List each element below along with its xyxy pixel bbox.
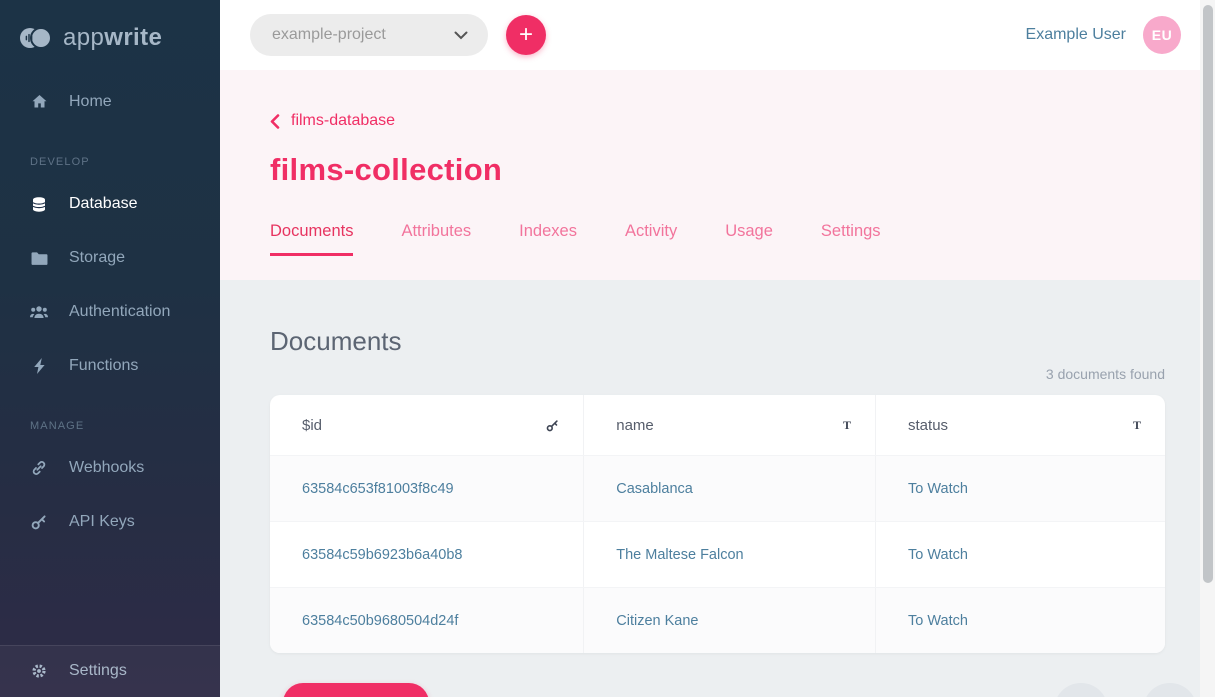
project-selector[interactable]: example-project <box>250 14 488 56</box>
scrollbar-thumb[interactable] <box>1203 5 1213 583</box>
sidebar-item-label: Storage <box>69 249 125 267</box>
tab-attributes[interactable]: Attributes <box>401 222 471 256</box>
chevron-down-icon <box>454 31 468 40</box>
gear-icon <box>30 663 48 679</box>
breadcrumb[interactable]: films-database <box>270 112 395 130</box>
column-header-label: status <box>908 417 948 434</box>
documents-table: $id name T status T <box>270 395 1165 653</box>
user-name-link[interactable]: Example User <box>1026 26 1126 44</box>
key-type-icon <box>546 419 559 432</box>
sidebar-section-develop: DEVELOP <box>30 156 220 168</box>
cell-name: The Maltese Falcon <box>583 522 875 587</box>
tab-indexes[interactable]: Indexes <box>519 222 577 256</box>
bolt-icon <box>30 358 48 374</box>
project-selector-value: example-project <box>272 26 386 44</box>
cell-id: 63584c50b9680504d24f <box>270 588 583 653</box>
sidebar-item-label: API Keys <box>69 513 135 531</box>
column-header-label: name <box>616 417 654 434</box>
sidebar-item-label: Authentication <box>69 303 170 321</box>
tab-bar: Documents Attributes Indexes Activity Us… <box>270 222 1165 256</box>
main-area: example-project + Example User EU films-… <box>220 0 1215 697</box>
cell-name: Citizen Kane <box>583 588 875 653</box>
sidebar-item-storage[interactable]: Storage <box>0 238 220 278</box>
table-footer <box>270 683 1197 697</box>
sidebar: appwrite Home DEVELOP Database Storage <box>0 0 220 697</box>
cell-status: To Watch <box>875 456 1165 521</box>
documents-section: Documents 3 documents found $id name <box>220 280 1215 697</box>
sidebar-item-label: Home <box>69 93 112 111</box>
appwrite-logo: appwrite <box>0 0 220 52</box>
plus-icon: + <box>519 23 533 47</box>
cell-id: 63584c59b6923b6a40b8 <box>270 522 583 587</box>
topbar: example-project + Example User EU <box>220 0 1215 70</box>
documents-count: 3 documents found <box>270 366 1165 382</box>
text-type-icon: T <box>843 418 851 433</box>
sidebar-item-api-keys[interactable]: API Keys <box>0 502 220 542</box>
sidebar-item-authentication[interactable]: Authentication <box>0 292 220 332</box>
pagination-prev-button[interactable] <box>1054 683 1108 697</box>
avatar[interactable]: EU <box>1143 16 1181 54</box>
sidebar-item-label: Database <box>69 195 138 213</box>
pagination-next-button[interactable] <box>1143 683 1197 697</box>
folder-icon <box>30 251 48 266</box>
tab-usage[interactable]: Usage <box>725 222 773 256</box>
sidebar-item-label: Webhooks <box>69 459 144 477</box>
avatar-initials: EU <box>1152 27 1172 43</box>
cell-id: 63584c653f81003f8c49 <box>270 456 583 521</box>
column-header-name[interactable]: name T <box>583 395 875 455</box>
sidebar-item-label: Functions <box>69 357 138 375</box>
page-title: films-collection <box>270 152 1165 188</box>
text-type-icon: T <box>1133 418 1141 433</box>
sidebar-item-settings[interactable]: Settings <box>0 645 220 697</box>
appwrite-logo-text: appwrite <box>63 24 162 52</box>
database-icon <box>30 196 48 213</box>
sidebar-item-functions[interactable]: Functions <box>0 346 220 386</box>
sidebar-item-database[interactable]: Database <box>0 184 220 224</box>
documents-heading: Documents <box>270 326 1165 357</box>
table-row[interactable]: 63584c653f81003f8c49 Casablanca To Watch <box>270 455 1165 521</box>
tab-settings[interactable]: Settings <box>821 222 881 256</box>
sidebar-section-manage: MANAGE <box>30 420 220 432</box>
pagination <box>1054 683 1197 697</box>
users-icon <box>30 305 48 319</box>
sidebar-item-webhooks[interactable]: Webhooks <box>0 448 220 488</box>
app-window: appwrite Home DEVELOP Database Storage <box>0 0 1215 697</box>
home-icon <box>30 94 48 110</box>
tab-activity[interactable]: Activity <box>625 222 677 256</box>
collection-header: films-database films-collection Document… <box>220 70 1215 280</box>
cell-name: Casablanca <box>583 456 875 521</box>
cell-status: To Watch <box>875 522 1165 587</box>
column-header-status[interactable]: status T <box>875 395 1165 455</box>
cell-status: To Watch <box>875 588 1165 653</box>
scrollbar-track[interactable] <box>1200 0 1215 697</box>
sidebar-item-label: Settings <box>69 662 127 680</box>
sidebar-item-home[interactable]: Home <box>0 82 220 122</box>
add-document-button[interactable] <box>283 683 429 697</box>
breadcrumb-label: films-database <box>291 112 395 130</box>
appwrite-logo-icon <box>18 26 54 50</box>
table-row[interactable]: 63584c59b6923b6a40b8 The Maltese Falcon … <box>270 521 1165 587</box>
table-header-row: $id name T status T <box>270 395 1165 455</box>
link-icon <box>30 460 48 476</box>
tab-documents[interactable]: Documents <box>270 222 353 256</box>
column-header-id[interactable]: $id <box>270 395 583 455</box>
add-project-button[interactable]: + <box>506 15 546 55</box>
key-icon <box>30 514 48 530</box>
column-header-label: $id <box>302 417 322 434</box>
table-row[interactable]: 63584c50b9680504d24f Citizen Kane To Wat… <box>270 587 1165 653</box>
chevron-left-icon <box>270 114 280 129</box>
